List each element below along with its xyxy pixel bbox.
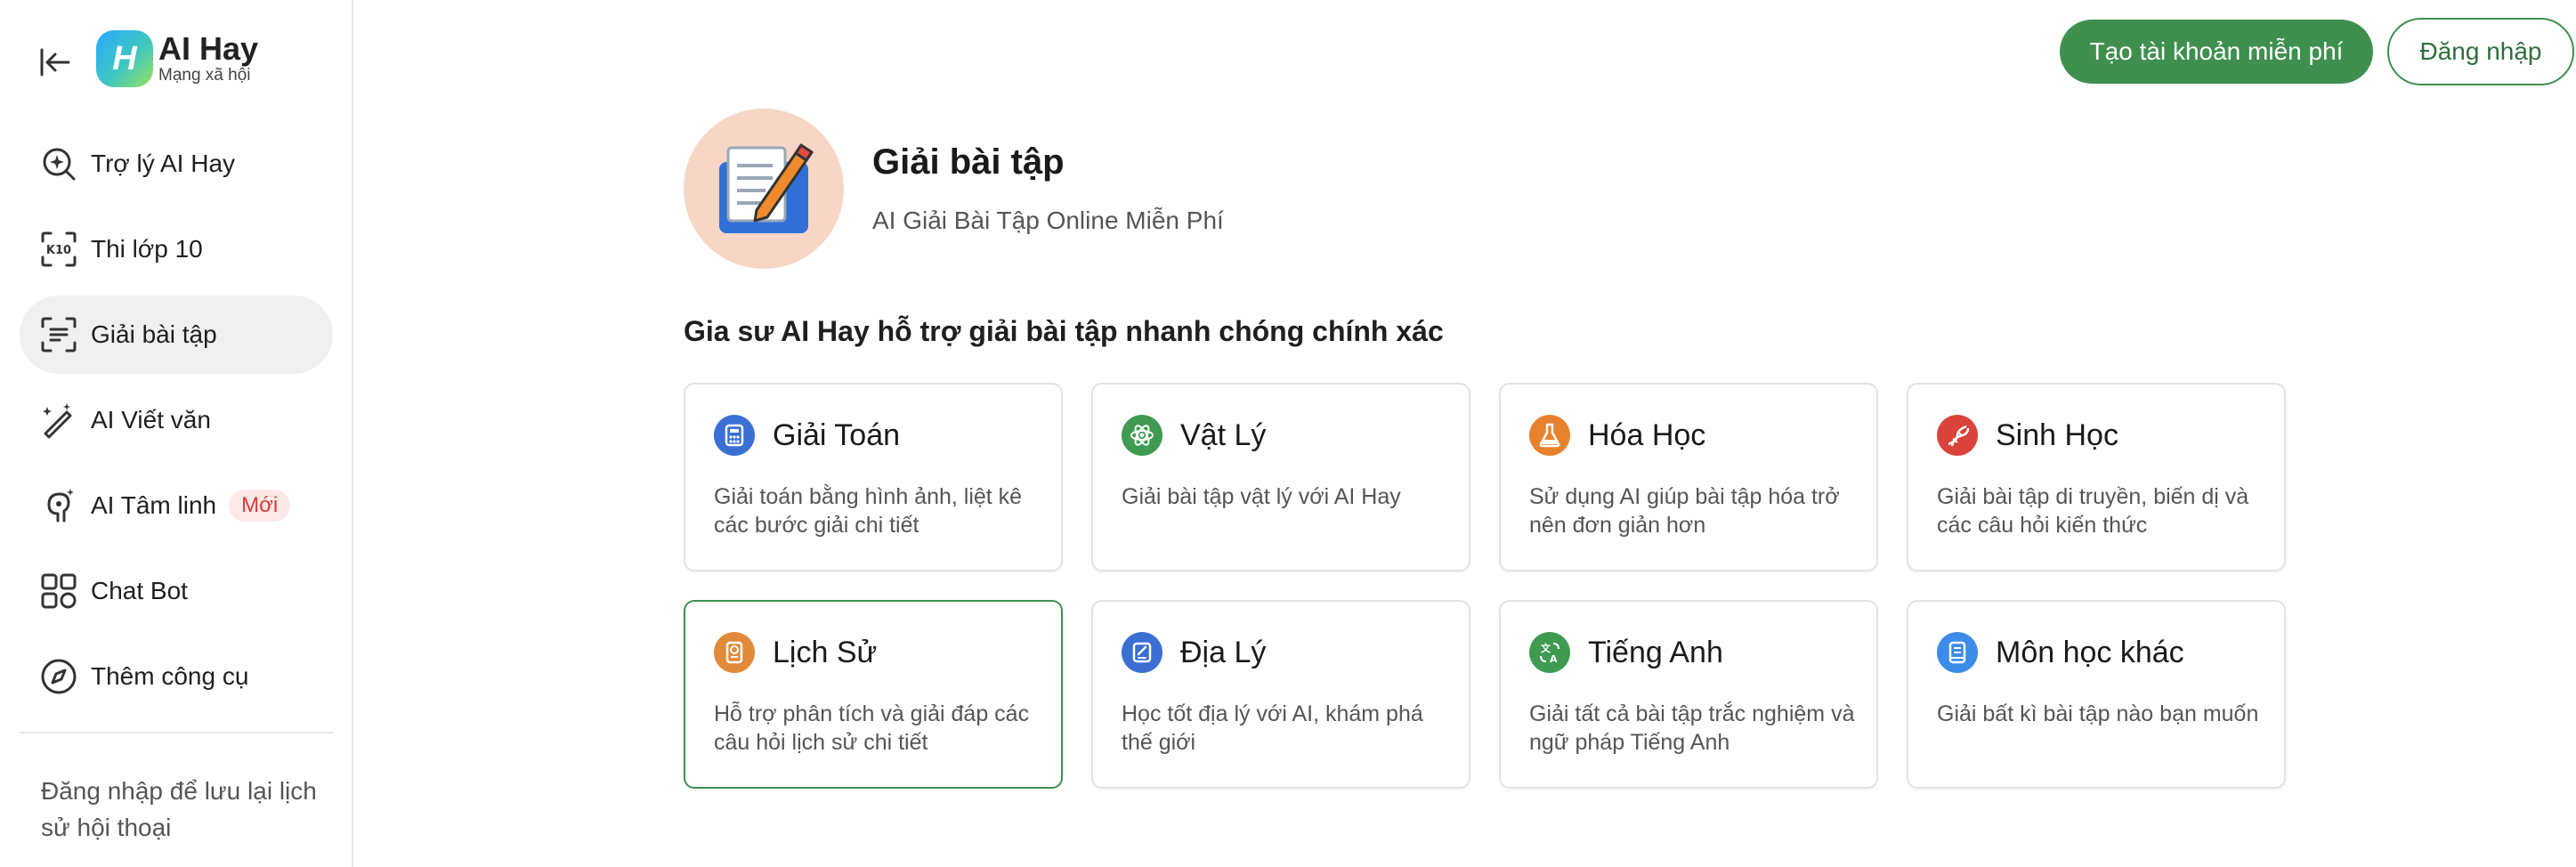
subject-card-sinh-hoc[interactable]: Sinh Học Giải bài tập di truyền, biến dị… xyxy=(1907,383,2286,571)
translate-icon: 文A xyxy=(1529,632,1570,673)
scroll-icon xyxy=(714,632,755,673)
svg-text:文: 文 xyxy=(1541,642,1551,654)
logo-mark: H xyxy=(96,30,153,87)
homework-pencil-icon xyxy=(684,109,844,269)
magic-pen-icon xyxy=(39,401,78,440)
sidebar: H AI Hay Mạng xã hội Trợ lý AI Hay K10 T… xyxy=(0,0,353,867)
scan-text-icon xyxy=(39,315,78,354)
brand-title: AI Hay xyxy=(158,30,259,67)
sidebar-item-label: Thêm công cụ xyxy=(91,662,249,690)
card-title: Lịch Sử xyxy=(773,636,878,669)
sidebar-item-giai-bai-tap[interactable]: Giải bài tập xyxy=(20,296,333,374)
subject-card-mon-hoc-khac[interactable]: Môn học khác Giải bất kì bài tập nào bạn… xyxy=(1907,600,2286,789)
card-description: Học tốt địa lý với AI, khám phá thế giới xyxy=(1122,701,1423,755)
dna-icon xyxy=(1937,415,1978,456)
ai-search-icon xyxy=(39,144,78,183)
subject-card-tieng-anh[interactable]: 文A Tiếng Anh Giải tất cả bài tập trắc ng… xyxy=(1499,600,1878,789)
card-description: Giải toán bằng hình ảnh, liệt kê các bướ… xyxy=(714,484,1023,538)
sidebar-item-label: AI Tâm linh xyxy=(91,491,217,519)
card-title: Hóa Học xyxy=(1588,418,1706,452)
flask-icon xyxy=(1529,415,1570,456)
sidebar-item-chat-bot[interactable]: Chat Bot xyxy=(20,552,333,630)
brand-logo[interactable]: H AI Hay Mạng xã hội xyxy=(96,30,258,87)
card-description: Hỗ trợ phân tích và giải đáp các câu hỏi… xyxy=(714,701,1030,755)
brand-subtitle: Mạng xã hội xyxy=(158,66,251,85)
sidebar-item-label: Chat Bot xyxy=(91,577,188,604)
section-heading: Gia sư AI Hay hỗ trợ giải bài tập nhanh … xyxy=(684,315,1444,347)
sidebar-item-label: Trợ lý AI Hay xyxy=(91,150,236,177)
svg-text:K10: K10 xyxy=(46,244,71,257)
sidebar-item-them-cong-cu[interactable]: Thêm công cụ xyxy=(20,637,333,716)
sidebar-item-thi-lop-10[interactable]: K10 Thi lớp 10 xyxy=(20,210,333,288)
subject-card-hoa-hoc[interactable]: Hóa Học Sử dụng AI giúp bài tập hóa trở … xyxy=(1499,383,1878,571)
sidebar-item-label: Thi lớp 10 xyxy=(91,235,203,263)
new-badge: Mới xyxy=(229,490,291,522)
card-title: Giải Toán xyxy=(773,418,901,452)
sidebar-item-label: AI Viết văn xyxy=(91,406,211,434)
card-description: Giải bài tập vật lý với AI Hay xyxy=(1122,484,1401,509)
spirit-icon xyxy=(39,486,78,525)
card-description: Sử dụng AI giúp bài tập hóa trở nên đơn … xyxy=(1529,484,1840,538)
subject-card-vat-ly[interactable]: Vật Lý Giải bài tập vật lý với AI Hay xyxy=(1091,383,1470,571)
sidebar-item-tro-ly[interactable]: Trợ lý AI Hay xyxy=(20,125,333,203)
grid-apps-icon xyxy=(39,571,78,611)
page-subtitle: AI Giải Bài Tập Online Miễn Phí xyxy=(872,207,1224,234)
book-icon xyxy=(1937,632,1978,673)
compass-icon xyxy=(39,657,78,696)
collapse-sidebar-icon[interactable] xyxy=(37,45,73,80)
sidebar-item-ai-tam-linh[interactable]: AI Tâm linh Mới xyxy=(20,466,333,545)
card-description: Giải bài tập di truyền, biến dị và các c… xyxy=(1937,484,2249,538)
signup-button[interactable]: Tạo tài khoản miễn phí xyxy=(2060,20,2373,84)
sidebar-divider xyxy=(20,732,333,733)
card-description: Giải bất kì bài tập nào bạn muốn xyxy=(1937,701,2259,726)
subject-card-giai-toan[interactable]: Giải Toán Giải toán bằng hình ảnh, liệt … xyxy=(684,383,1063,571)
subject-card-dia-ly[interactable]: Địa Lý Học tốt địa lý với AI, khám phá t… xyxy=(1091,600,1470,789)
page-title: Giải bài tập xyxy=(872,142,1065,182)
card-title: Tiếng Anh xyxy=(1588,636,1723,669)
sidebar-item-label: Giải bài tập xyxy=(91,320,217,348)
svg-text:A: A xyxy=(1550,653,1558,665)
login-button[interactable]: Đăng nhập xyxy=(2387,18,2574,85)
card-title: Địa Lý xyxy=(1180,636,1267,669)
card-title: Môn học khác xyxy=(1996,636,2184,669)
atom-icon xyxy=(1122,415,1162,456)
sidebar-item-ai-viet-van[interactable]: AI Viết văn xyxy=(20,381,333,459)
calculator-icon xyxy=(714,415,755,456)
card-title: Sinh Học xyxy=(1996,418,2118,452)
k10-scan-icon: K10 xyxy=(39,230,78,269)
sidebar-nav: Trợ lý AI Hay K10 Thi lớp 10 Giải bài tậ… xyxy=(20,125,333,723)
card-description: Giải tất cả bài tập trắc nghiệm và ngữ p… xyxy=(1529,701,1855,755)
subject-card-lich-su[interactable]: Lịch Sử Hỗ trợ phân tích và giải đáp các… xyxy=(684,600,1063,789)
card-title: Vật Lý xyxy=(1180,418,1267,452)
login-hint[interactable]: Đăng nhập để lưu lại lịch sử hội thoại xyxy=(41,773,326,846)
map-icon xyxy=(1122,632,1162,673)
